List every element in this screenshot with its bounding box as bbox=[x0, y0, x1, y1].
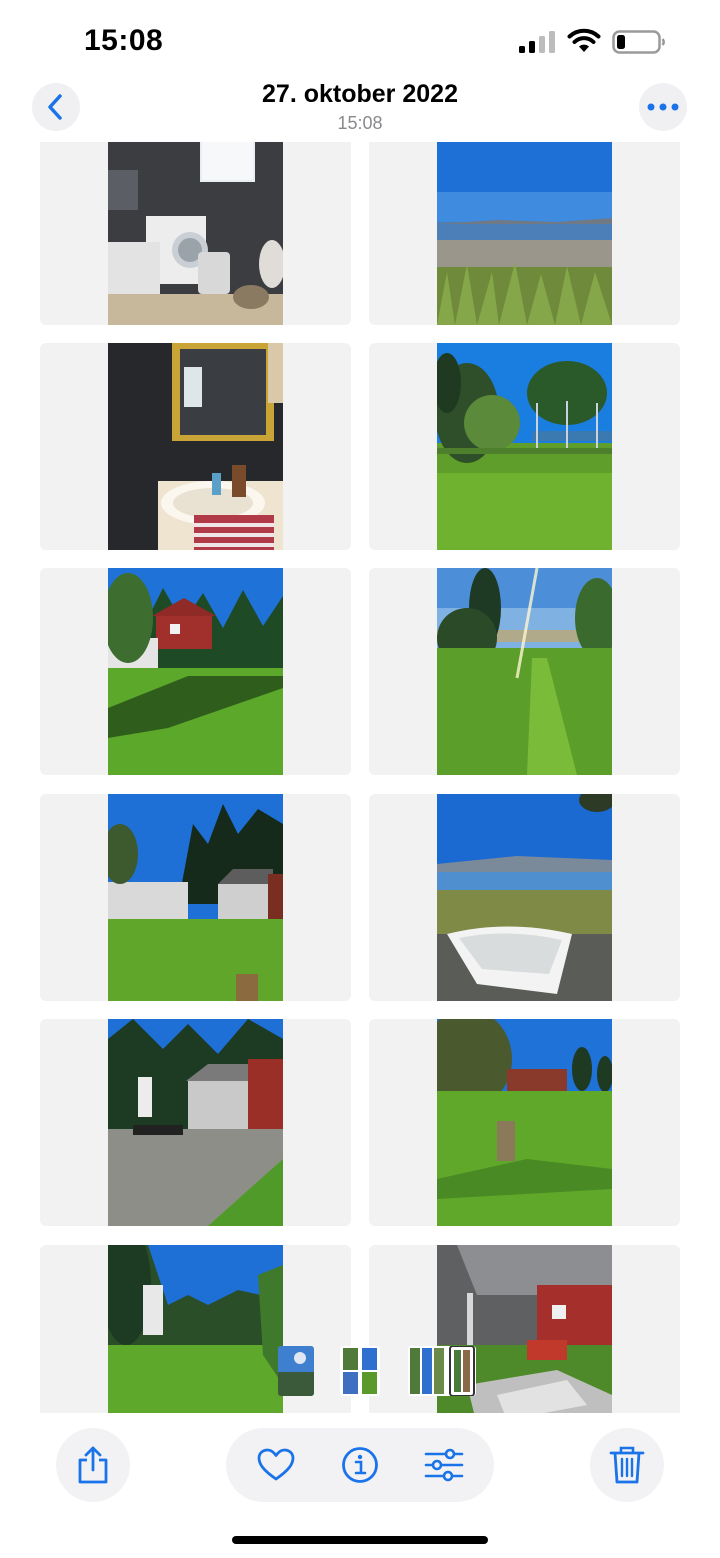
photo-thumbnail bbox=[108, 142, 283, 325]
photo-thumbnail bbox=[437, 794, 612, 1001]
action-group bbox=[226, 1428, 494, 1502]
scrubber-thumbnail[interactable] bbox=[340, 1346, 380, 1396]
page-subtitle: 15:08 bbox=[337, 113, 383, 133]
photo-cell[interactable] bbox=[40, 794, 351, 1001]
home-indicator[interactable] bbox=[232, 1536, 488, 1544]
info-icon bbox=[342, 1447, 378, 1483]
photo-thumbnail bbox=[108, 1019, 283, 1226]
adjust-button[interactable] bbox=[418, 1439, 470, 1491]
photo-thumbnail bbox=[108, 1245, 283, 1413]
photo-cell[interactable] bbox=[369, 142, 680, 325]
share-icon bbox=[78, 1446, 108, 1484]
photo-cell[interactable] bbox=[369, 343, 680, 550]
photo-cell[interactable] bbox=[40, 568, 351, 775]
favorite-button[interactable] bbox=[250, 1439, 302, 1491]
sliders-icon bbox=[424, 1448, 464, 1482]
photo-cell[interactable] bbox=[369, 794, 680, 1001]
scrubber-thumbnail[interactable] bbox=[278, 1346, 314, 1396]
photo-thumbnail bbox=[437, 142, 612, 325]
trash-icon bbox=[609, 1446, 645, 1484]
photo-thumbnail bbox=[437, 343, 612, 550]
photo-cell[interactable] bbox=[40, 343, 351, 550]
photo-cell[interactable] bbox=[369, 1019, 680, 1226]
photo-thumbnail bbox=[108, 568, 283, 775]
delete-button[interactable] bbox=[590, 1428, 664, 1502]
status-bar: 15:08 bbox=[0, 0, 720, 80]
photo-thumbnail bbox=[437, 568, 612, 775]
share-button[interactable] bbox=[56, 1428, 130, 1502]
photo-cell[interactable] bbox=[40, 1019, 351, 1226]
cellular-signal-icon bbox=[519, 31, 555, 53]
photo-cell[interactable] bbox=[40, 142, 351, 325]
photo-grid bbox=[40, 142, 680, 1413]
photo-thumbnail bbox=[108, 794, 283, 1001]
wifi-icon bbox=[567, 28, 601, 52]
status-time: 15:08 bbox=[84, 24, 164, 57]
chevron-left-icon bbox=[48, 94, 62, 120]
photo-thumbnail bbox=[108, 343, 283, 550]
info-button[interactable] bbox=[334, 1439, 386, 1491]
more-button[interactable] bbox=[639, 83, 687, 131]
back-button[interactable] bbox=[32, 83, 80, 131]
battery-icon bbox=[612, 30, 665, 54]
photo-cell[interactable] bbox=[369, 568, 680, 775]
heart-icon bbox=[257, 1448, 295, 1481]
ellipsis-icon bbox=[647, 103, 679, 111]
photo-scrubber[interactable] bbox=[278, 1346, 488, 1398]
scrubber-thumbnail[interactable] bbox=[408, 1346, 476, 1396]
page-title: 27. oktober 2022 bbox=[262, 80, 458, 108]
photo-thumbnail bbox=[437, 1019, 612, 1226]
